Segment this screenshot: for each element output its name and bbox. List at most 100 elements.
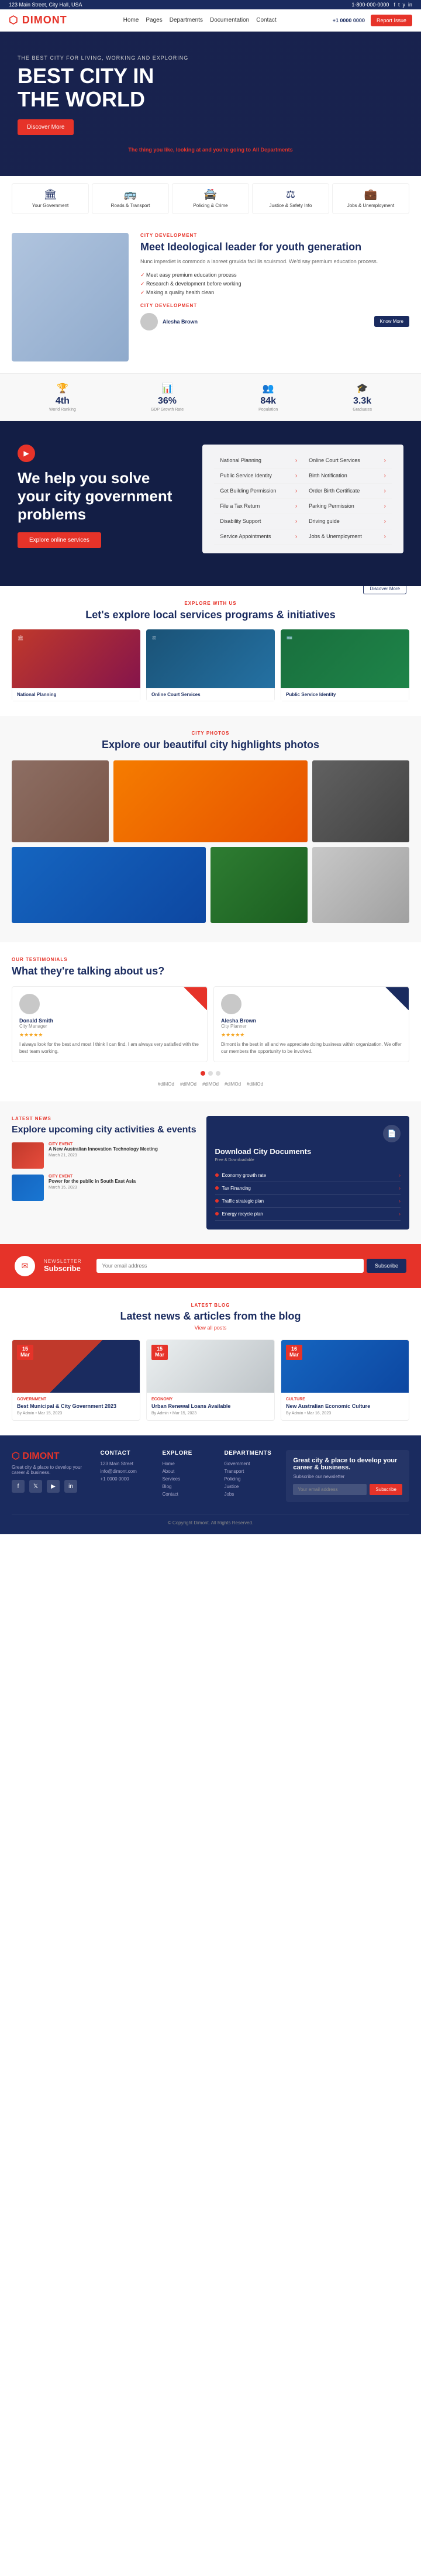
footer-phone[interactable]: +1 0000 0000 <box>100 1476 153 1482</box>
service-driving[interactable]: Driving guide › <box>303 514 392 529</box>
service-tax-return[interactable]: File a Tax Return › <box>214 499 303 514</box>
act-cat-1: CITY EVENT <box>49 1142 198 1146</box>
service-building-perm[interactable]: Get Building Permission › <box>214 484 303 499</box>
activity-1[interactable]: CITY EVENT A New Australian Innovation T… <box>12 1142 198 1169</box>
doc-title: Download City Documents <box>215 1147 401 1156</box>
documents-list: Economy growth rate › Tax Financing › Tr… <box>215 1169 401 1221</box>
photo-1[interactable] <box>12 760 109 842</box>
blog-title: Latest news & articles from the blog <box>12 1310 409 1323</box>
blog-cat-3: CULTURE <box>286 1397 404 1401</box>
activity-2[interactable]: CITY EVENT Power for the public in South… <box>12 1175 198 1201</box>
arrow-icon-r4: › <box>384 503 386 509</box>
footer-linkedin[interactable]: in <box>64 1480 77 1493</box>
subscribe-input[interactable] <box>96 1259 364 1273</box>
dept-justice[interactable]: ⚖ Justice & Safety Info <box>252 183 329 214</box>
name-2: Alesha Brown <box>221 1018 402 1024</box>
photo-4[interactable] <box>12 847 206 923</box>
service-national-planning[interactable]: National Planning › <box>214 453 303 469</box>
doc-left-3: Traffic strategic plan <box>215 1199 264 1204</box>
blog-cards-grid: 15 Mar GOVERNMENT Best Municipal & City … <box>12 1339 409 1421</box>
footer-top: ⬡ DIMONT Great city & place to develop y… <box>12 1450 409 1502</box>
photo-6[interactable] <box>312 847 409 923</box>
subscribe-icon: ✉ <box>15 1256 35 1276</box>
solve-right: National Planning › Online Court Service… <box>202 445 403 553</box>
footer-dept-justice[interactable]: Justice <box>224 1484 277 1489</box>
footer-nav-about[interactable]: About <box>162 1469 215 1474</box>
service-jobs-unempl[interactable]: Jobs & Unemployment › <box>303 529 392 545</box>
footer-facebook[interactable]: f <box>12 1480 25 1493</box>
service-parking[interactable]: Parking Permission › <box>303 499 392 514</box>
local-card-public[interactable]: 🪪 Public Service Identity <box>281 629 409 701</box>
public-service-label: Public Service Identity <box>281 688 409 701</box>
doc-arrow-4: › <box>399 1211 401 1217</box>
all-departments-link[interactable]: All Departments <box>253 147 293 153</box>
linkedin-icon[interactable]: in <box>408 2 412 8</box>
explore-online-button[interactable]: Explore online services <box>18 532 101 548</box>
footer-dept-police[interactable]: Policing <box>224 1476 277 1482</box>
subscribe-button[interactable]: Subscribe <box>367 1259 406 1273</box>
photo-3[interactable] <box>312 760 409 842</box>
doc-dot-4 <box>215 1212 219 1215</box>
local-card-court[interactable]: ⚖ Online Court Services <box>146 629 275 701</box>
discover-more-button[interactable]: Discover More <box>18 119 74 135</box>
doc-arrow-3: › <box>399 1199 401 1204</box>
text-2: Dimont is the best in all and we appreci… <box>221 1041 402 1054</box>
nav-documentation[interactable]: Documentation <box>210 17 249 23</box>
nav-departments[interactable]: Departments <box>170 17 203 23</box>
doc-item-4[interactable]: Energy recycle plan › <box>215 1208 401 1221</box>
footer-explore-links: Home About Services Blog Contact <box>162 1461 215 1497</box>
footer-subscribe-button[interactable]: Subscribe <box>370 1484 402 1495</box>
doc-item-2[interactable]: Tax Financing › <box>215 1182 401 1195</box>
footer-nav-services[interactable]: Services <box>162 1476 215 1482</box>
blog-card-title-3: New Australian Economic Culture <box>286 1403 404 1410</box>
facebook-icon[interactable]: f <box>394 2 395 8</box>
doc-item-1[interactable]: Economy growth rate › <box>215 1169 401 1182</box>
footer-nav-blog[interactable]: Blog <box>162 1484 215 1489</box>
service-disability[interactable]: Disability Support › <box>214 514 303 529</box>
footer-dept-jobs[interactable]: Jobs <box>224 1492 277 1497</box>
blog-card-1[interactable]: 15 Mar GOVERNMENT Best Municipal & City … <box>12 1339 140 1421</box>
footer-dept-transport[interactable]: Transport <box>224 1469 277 1474</box>
service-birth-cert[interactable]: Order Birth Certificate › <box>303 484 392 499</box>
dot-1[interactable] <box>201 1071 205 1076</box>
footer-dept-govt[interactable]: Government <box>224 1461 277 1466</box>
accent-2 <box>385 987 409 1010</box>
doc-label-1: Economy growth rate <box>222 1173 267 1178</box>
youtube-icon[interactable]: y <box>402 2 405 8</box>
testimonial-1: Donald Smith City Manager ★★★★★ I always… <box>12 986 208 1062</box>
blog-card-2[interactable]: 15 Mar ECONOMY Urban Renewal Loans Avail… <box>146 1339 275 1421</box>
nav-pages[interactable]: Pages <box>146 17 162 23</box>
nav-home[interactable]: Home <box>123 17 139 23</box>
nav-contact[interactable]: Contact <box>256 17 276 23</box>
service-appointments[interactable]: Service Appointments › <box>214 529 303 545</box>
footer-email-input[interactable] <box>293 1484 367 1495</box>
local-card-national[interactable]: 🏛 National Planning <box>12 629 140 701</box>
photo-2[interactable] <box>113 760 308 842</box>
footer-nav-home[interactable]: Home <box>162 1461 215 1466</box>
dot-3[interactable] <box>216 1071 220 1076</box>
arrow-icon-3: › <box>295 488 297 494</box>
blog-sub-link[interactable]: View all posts <box>12 1325 409 1331</box>
dept-jobs[interactable]: 💼 Jobs & Unemployment <box>332 183 409 214</box>
top-bar-right: 1-800-000-0000 f t y in <box>351 2 412 8</box>
service-birth-notif[interactable]: Birth Notification › <box>303 469 392 484</box>
dot-2[interactable] <box>208 1071 213 1076</box>
photo-5[interactable] <box>210 847 308 923</box>
top-bar-address: 123 Main Street, City Hall, USA <box>9 2 82 8</box>
play-icon[interactable]: ▶ <box>18 445 35 462</box>
know-more-button[interactable]: Know More <box>374 316 409 327</box>
service-public-identity[interactable]: Public Service Identity › <box>214 469 303 484</box>
twitter-icon[interactable]: t <box>398 2 400 8</box>
dept-transport[interactable]: 🚌 Roads & Transport <box>92 183 169 214</box>
service-online-court[interactable]: Online Court Services › <box>303 453 392 469</box>
dept-government[interactable]: 🏛 Your Government <box>12 183 89 214</box>
doc-item-3[interactable]: Traffic strategic plan › <box>215 1195 401 1208</box>
footer-youtube[interactable]: ▶ <box>47 1480 60 1493</box>
footer-email[interactable]: info@dimont.com <box>100 1469 153 1474</box>
footer-nav-contact[interactable]: Contact <box>162 1492 215 1497</box>
report-issue-button[interactable]: Report Issue <box>371 15 412 26</box>
footer-twitter[interactable]: 𝕏 <box>29 1480 42 1493</box>
dept-police[interactable]: 🚔 Policing & Crime <box>172 183 249 214</box>
blog-card-3[interactable]: 16 Mar CULTURE New Australian Economic C… <box>281 1339 409 1421</box>
role-2: City Planner <box>221 1024 402 1029</box>
